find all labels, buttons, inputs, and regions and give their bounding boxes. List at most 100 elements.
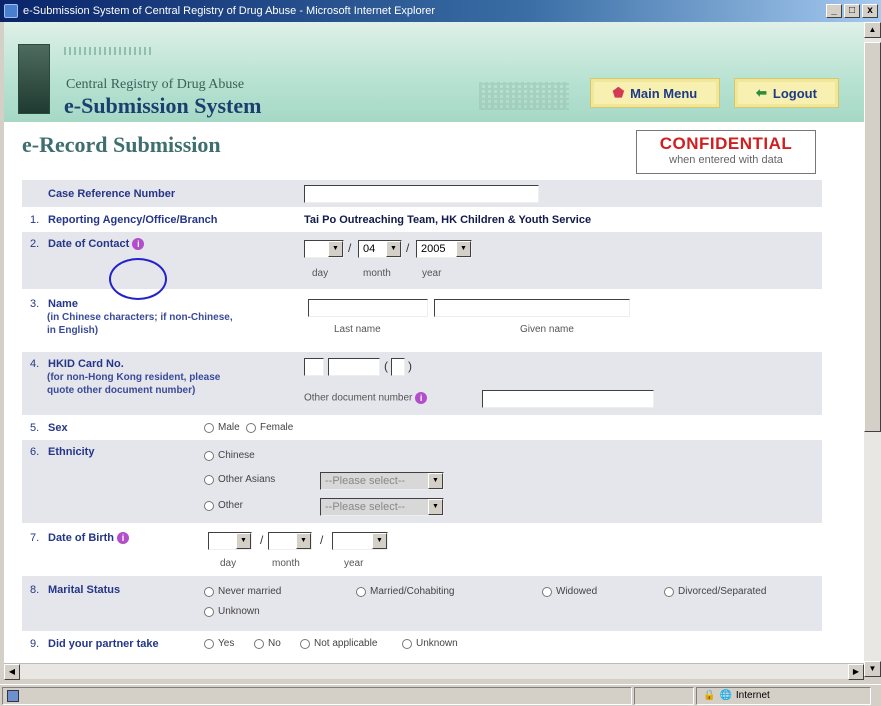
vertical-scrollbar[interactable]: ▲ ▼: [864, 22, 881, 677]
dropdown-arrow-icon: ▼: [386, 241, 401, 257]
ethnicity-other-radio[interactable]: Other: [204, 500, 243, 511]
radio-circle: [356, 586, 366, 597]
dob-year-select[interactable]: ▼: [332, 532, 388, 550]
given-name-input[interactable]: [434, 299, 630, 317]
page-viewport: Central Registry of Drug Abuse e-Submiss…: [4, 22, 864, 677]
dob-day-select[interactable]: ▼: [208, 532, 252, 550]
radio-circle: [204, 500, 214, 511]
hkid-number-input[interactable]: [328, 358, 380, 376]
confidential-label: CONFIDENTIAL: [659, 134, 793, 153]
sex-male-radio[interactable]: Male: [204, 422, 240, 433]
dob-label-group: 7. Date of Birth i: [30, 532, 130, 545]
radio-circle: [204, 606, 214, 617]
minimize-button[interactable]: _: [826, 4, 842, 18]
other-document-input[interactable]: [482, 390, 654, 408]
contact-day-caption: day: [312, 268, 329, 279]
other-asians-select[interactable]: --Please select-- ▼: [320, 472, 444, 490]
contact-label: Date of Contact: [48, 238, 130, 250]
radio-circle: [254, 638, 264, 649]
window-title: e-Submission System of Central Registry …: [23, 5, 436, 17]
marital-unknown-radio[interactable]: Unknown: [204, 606, 260, 617]
row-date-of-birth: 7. Date of Birth i ▼ / ▼ / ▼ day month ye…: [22, 524, 822, 576]
dob-month-select[interactable]: ▼: [268, 532, 312, 550]
page-icon: [7, 689, 19, 702]
info-icon[interactable]: i: [117, 532, 130, 545]
dob-month-caption: month: [272, 558, 300, 569]
ethnicity-label: Ethnicity: [48, 446, 95, 458]
ie-icon: [4, 4, 18, 18]
highlight-annotation-circle: [109, 258, 167, 300]
last-name-input[interactable]: [308, 299, 428, 317]
contact-year-select[interactable]: 2005 ▼: [416, 240, 472, 258]
last-name-caption: Last name: [334, 324, 381, 335]
site-banner: Central Registry of Drug Abuse e-Submiss…: [4, 22, 864, 122]
scroll-thumb[interactable]: [864, 42, 881, 432]
partner-num: 9.: [30, 638, 40, 650]
registry-logo: [18, 44, 50, 114]
security-zone: 🔒 🌐 Internet: [696, 686, 871, 705]
dob-num: 7.: [30, 532, 40, 544]
horizontal-scrollbar[interactable]: ◀ ▶: [4, 663, 864, 680]
dob-year-caption: year: [344, 558, 364, 569]
date-separator: /: [348, 241, 352, 255]
marital-widowed-radio[interactable]: Widowed: [542, 586, 597, 597]
partner-no-radio[interactable]: No: [254, 638, 281, 649]
ethnicity-other-label: Other: [218, 500, 244, 511]
contact-day-select[interactable]: ▼: [304, 240, 344, 258]
ethnicity-num: 6.: [30, 446, 40, 458]
ethnicity-other-asians-radio[interactable]: Other Asians: [204, 474, 275, 485]
status-text-cell: [2, 686, 632, 705]
marital-never-radio[interactable]: Never married: [204, 586, 281, 597]
radio-circle: [204, 474, 214, 485]
other-document-label: Other document number: [304, 392, 413, 404]
logout-button[interactable]: ⬅ Logout: [734, 78, 839, 108]
partner-yes-label: Yes: [218, 638, 235, 649]
sex-female-label: Female: [260, 422, 294, 433]
contact-num: 2.: [30, 238, 40, 250]
row-partner: 9. Did your partner take Yes No Not appli…: [22, 632, 822, 662]
radio-circle: [542, 586, 552, 597]
partner-na-radio[interactable]: Not applicable: [300, 638, 377, 649]
info-icon[interactable]: i: [415, 392, 428, 404]
confidential-note: when entered with data: [669, 154, 783, 166]
main-menu-button[interactable]: ⬟ Main Menu: [590, 78, 720, 108]
case-ref-input[interactable]: [304, 185, 539, 203]
radio-circle: [204, 422, 214, 433]
partner-yes-radio[interactable]: Yes: [204, 638, 234, 649]
contact-year-value: 2005: [421, 243, 446, 255]
radio-circle: [204, 638, 214, 649]
scroll-right-icon[interactable]: ▶: [848, 664, 864, 680]
dropdown-arrow-icon: ▼: [296, 533, 311, 549]
contact-month-select[interactable]: 04 ▼: [358, 240, 402, 258]
sex-label-group: 5. Sex: [30, 422, 68, 434]
sex-female-radio[interactable]: Female: [246, 422, 293, 433]
hkid-label-group: 4. HKID Card No.: [30, 358, 124, 370]
name-num: 3.: [30, 298, 40, 310]
status-bar: 🔒 🌐 Internet: [0, 684, 881, 706]
scroll-up-icon[interactable]: ▲: [864, 22, 881, 38]
dropdown-arrow-icon: ▼: [372, 533, 387, 549]
hkid-check-digit-input[interactable]: [391, 358, 405, 376]
name-label: Name: [48, 298, 78, 310]
row-sex: 5. Sex Male Female: [22, 416, 822, 440]
home-icon: ⬟: [612, 85, 625, 100]
hkid-prefix-input[interactable]: [304, 358, 324, 376]
scroll-left-icon[interactable]: ◀: [4, 664, 20, 680]
maximize-button[interactable]: □: [844, 4, 860, 18]
dropdown-arrow-icon: ▼: [428, 499, 443, 515]
scroll-down-icon[interactable]: ▼: [864, 661, 881, 677]
row-hkid: 4. HKID Card No. (for non-Hong Kong resid…: [22, 352, 822, 416]
marital-divorced-radio[interactable]: Divorced/Separated: [664, 586, 766, 597]
row-agency: 1. Reporting Agency/Office/Branch Tai Po …: [22, 208, 822, 232]
info-icon[interactable]: i: [132, 238, 145, 251]
ethnicity-chinese-radio[interactable]: Chinese: [204, 450, 255, 461]
marital-married-radio[interactable]: Married/Cohabiting: [356, 586, 455, 597]
radio-circle: [300, 638, 310, 649]
date-separator: /: [260, 533, 264, 547]
sex-label: Sex: [48, 422, 68, 434]
marital-widowed-label: Widowed: [556, 586, 598, 597]
partner-unknown-label: Unknown: [416, 638, 458, 649]
other-ethnicity-select[interactable]: --Please select-- ▼: [320, 498, 444, 516]
partner-unknown-radio[interactable]: Unknown: [402, 638, 458, 649]
close-button[interactable]: x: [862, 4, 878, 18]
